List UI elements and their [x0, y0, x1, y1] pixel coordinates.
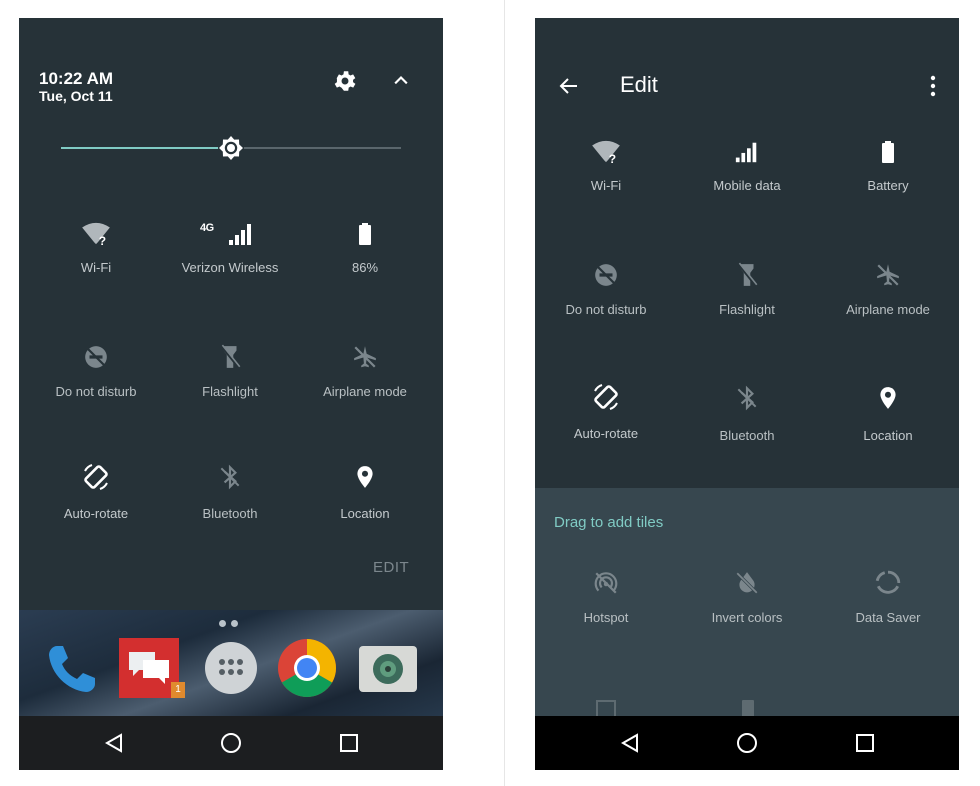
data-saver-icon	[875, 570, 901, 596]
home-icon[interactable]	[219, 731, 243, 755]
battery-icon	[353, 222, 377, 246]
wifi-question-icon	[591, 140, 621, 164]
tile-label: Airplane mode	[323, 384, 407, 399]
screenshot-divider	[504, 0, 505, 786]
tile-airplane-mode[interactable]: Airplane mode	[298, 344, 432, 399]
wifi-question-icon	[81, 222, 111, 246]
quick-settings-panel: 10:22 AM Tue, Oct 11 Wi-Fi 4G Verizon Wi…	[19, 18, 443, 770]
tile-label: Mobile data	[713, 178, 781, 193]
tile-label: Auto-rotate	[63, 506, 129, 521]
back-icon[interactable]	[618, 731, 642, 755]
tile-airplane-mode[interactable]: Airplane mode	[821, 262, 955, 317]
location-pin-icon	[352, 464, 378, 490]
tile-battery[interactable]: Battery	[821, 140, 955, 193]
tile-auto-rotate[interactable]: Auto-rotate	[539, 382, 673, 441]
tile-label: 86%	[351, 260, 379, 275]
tile-label: Auto-rotate	[573, 426, 639, 441]
bluetooth-icon	[734, 385, 760, 411]
tile-label: Wi-Fi	[590, 178, 622, 193]
tile-bluetooth[interactable]: Bluetooth	[680, 385, 814, 443]
gear-icon[interactable]	[332, 68, 358, 94]
tile-label: Location	[863, 428, 913, 443]
bluetooth-icon	[217, 464, 243, 490]
tile-location[interactable]: Location	[298, 464, 432, 521]
tile-location[interactable]: Location	[821, 385, 955, 443]
tile-hotspot[interactable]: Hotspot	[539, 570, 673, 625]
tile-do-not-disturb[interactable]: Do not disturb	[539, 262, 673, 317]
rotate-icon	[591, 382, 621, 412]
status-time: 10:22 AM	[39, 69, 114, 88]
messages-app-icon[interactable]: 1	[119, 638, 185, 698]
page-title: Edit	[620, 72, 658, 97]
edit-tiles-screen: Edit Wi-Fi Mobile data Battery Do not di…	[535, 18, 959, 770]
tile-mobile-data[interactable]: Mobile data	[680, 140, 814, 193]
invert-colors-icon	[734, 570, 760, 596]
tile-label: Verizon Wireless	[181, 260, 279, 275]
tile-flashlight[interactable]: Flashlight	[163, 344, 297, 399]
tile-data-saver[interactable]: Data Saver	[821, 570, 955, 625]
more-vert-icon[interactable]	[928, 74, 938, 98]
edit-button[interactable]: EDIT	[373, 559, 409, 576]
tile-bluetooth[interactable]: Bluetooth	[163, 464, 297, 521]
back-icon[interactable]	[102, 731, 126, 755]
signal-bars-icon	[227, 222, 255, 246]
app-drawer-icon[interactable]	[203, 640, 259, 696]
phone-app-icon[interactable]	[43, 638, 103, 698]
tile-label: Wi-Fi	[80, 260, 112, 275]
flashlight-icon	[217, 344, 243, 370]
home-icon[interactable]	[735, 731, 759, 755]
battery-icon	[876, 140, 900, 164]
available-tiles-panel: Drag to add tiles Hotspot Invert colors …	[535, 488, 959, 720]
signal-icon	[734, 140, 760, 164]
airplane-icon	[875, 262, 901, 288]
tile-label: Invert colors	[711, 610, 783, 625]
signal-4g-icon: 4G	[200, 222, 260, 246]
tile-label: Flashlight	[719, 302, 775, 317]
tile-label: Do not disturb	[55, 384, 137, 399]
arrow-back-icon[interactable]	[557, 74, 581, 98]
tile-do-not-disturb[interactable]: Do not disturb	[29, 344, 163, 399]
hotspot-icon	[593, 570, 619, 596]
do-not-disturb-icon	[593, 262, 619, 288]
airplane-icon	[352, 344, 378, 370]
flashlight-icon	[734, 262, 760, 288]
recents-icon[interactable]	[853, 731, 877, 755]
tile-battery[interactable]: 86%	[298, 222, 432, 275]
location-pin-icon	[875, 385, 901, 411]
navigation-bar	[19, 716, 443, 770]
message-bubbles-icon	[129, 652, 169, 684]
camera-app-icon[interactable]	[359, 646, 417, 692]
brightness-icon[interactable]	[217, 134, 245, 162]
tile-label: Flashlight	[202, 384, 258, 399]
brightness-fill	[61, 147, 231, 149]
tile-flashlight[interactable]: Flashlight	[680, 262, 814, 317]
chrome-app-icon[interactable]	[277, 638, 337, 698]
camera-lens-icon	[373, 654, 403, 684]
tile-label: Battery	[867, 178, 909, 193]
do-not-disturb-icon	[83, 344, 109, 370]
tile-invert-colors[interactable]: Invert colors	[680, 570, 814, 625]
network-type-badge: 4G	[200, 222, 214, 234]
chevron-up-icon[interactable]	[391, 70, 411, 90]
tile-label: Data Saver	[855, 610, 921, 625]
tile-label: Location	[340, 506, 390, 521]
page-indicator	[219, 614, 243, 632]
tile-label: Do not disturb	[565, 302, 647, 317]
home-screen-wallpaper: 1	[19, 610, 443, 716]
tile-label: Bluetooth	[202, 506, 258, 521]
recents-icon[interactable]	[337, 731, 361, 755]
tile-auto-rotate[interactable]: Auto-rotate	[29, 462, 163, 521]
notification-badge: 1	[171, 682, 185, 698]
navigation-bar	[535, 716, 959, 770]
tile-mobile-data[interactable]: 4G Verizon Wireless	[163, 222, 297, 275]
tile-wifi[interactable]: Wi-Fi	[29, 222, 163, 275]
tile-label: Bluetooth	[719, 428, 775, 443]
rotate-icon	[81, 462, 111, 492]
tile-wifi[interactable]: Wi-Fi	[539, 140, 673, 193]
drag-to-add-label: Drag to add tiles	[554, 514, 664, 531]
tile-label: Hotspot	[583, 610, 629, 625]
tile-label: Airplane mode	[846, 302, 930, 317]
status-date: Tue, Oct 11	[39, 88, 113, 104]
